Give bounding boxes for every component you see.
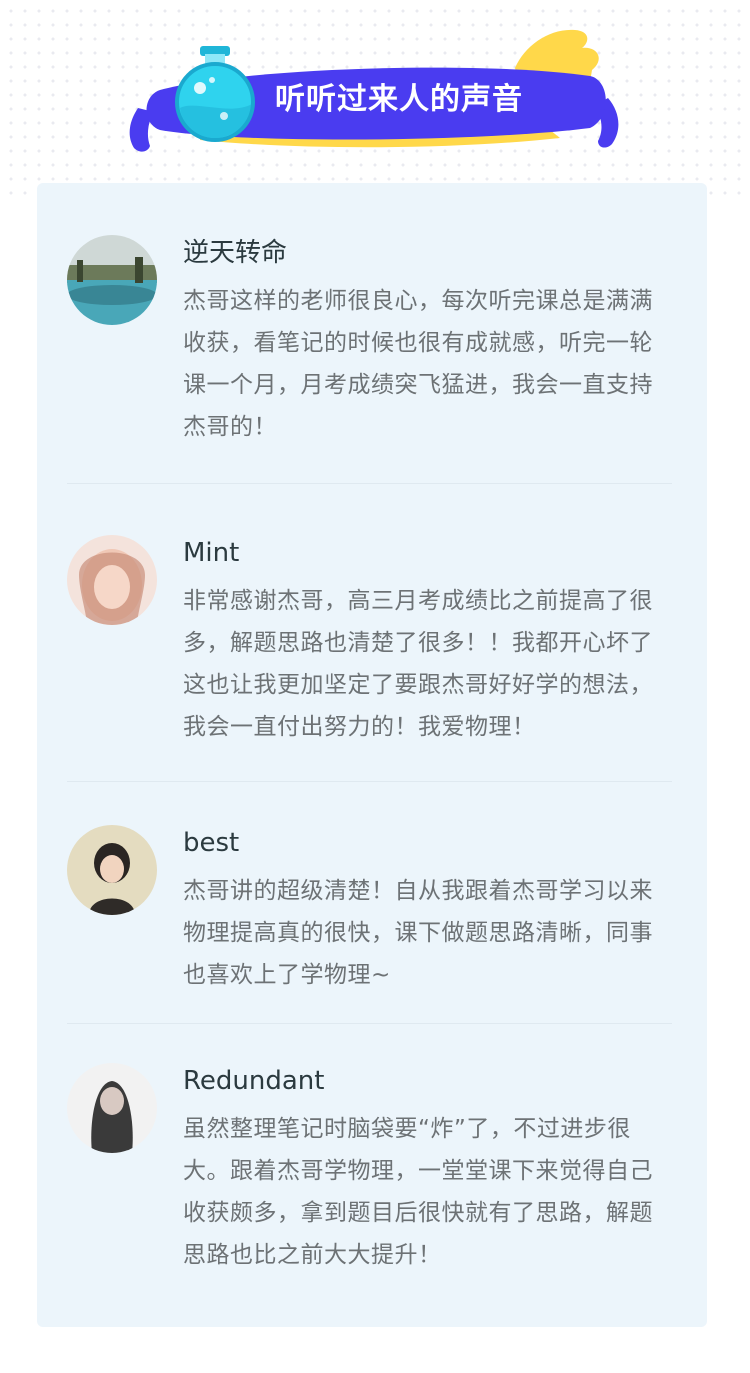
user-name: Mint — [183, 538, 240, 568]
avatar — [67, 1063, 157, 1153]
comment-text: 杰哥讲的超级清楚！自从我跟着杰哥学习以来物理提高真的很快，课下做题思路清晰，同事… — [183, 878, 653, 988]
divider — [67, 483, 672, 484]
comment-text: 杰哥这样的老师很良心，每次听完课总是满满收获，看笔记的时候也很有成就感，听完一轮… — [183, 288, 653, 440]
avatar — [67, 235, 157, 325]
flask-icon — [175, 46, 255, 142]
banner-title: 听听过来人的声音 — [275, 82, 523, 117]
comment-text: 非常感谢杰哥，高三月考成绩比之前提高了很多，解题思路也清楚了很多！！我都开心坏了… — [183, 588, 653, 740]
testimonials-card: 逆天转命 杰哥这样的老师很良心，每次听完课总是满满收获，看笔记的时候也很有成就感… — [37, 183, 707, 1327]
avatar — [67, 535, 157, 625]
avatar — [67, 825, 157, 915]
comment-text: 虽然整理笔记时脑袋要“炸”了，不过进步很大。跟着杰哥学物理，一堂堂课下来觉得自己… — [183, 1116, 653, 1268]
user-name: best — [183, 828, 240, 858]
user-name: 逆天转命 — [183, 238, 288, 268]
divider — [67, 781, 672, 782]
divider — [67, 1023, 672, 1024]
user-name: Redundant — [183, 1066, 325, 1096]
section-banner: 听听过来人的声音 — [120, 20, 630, 160]
